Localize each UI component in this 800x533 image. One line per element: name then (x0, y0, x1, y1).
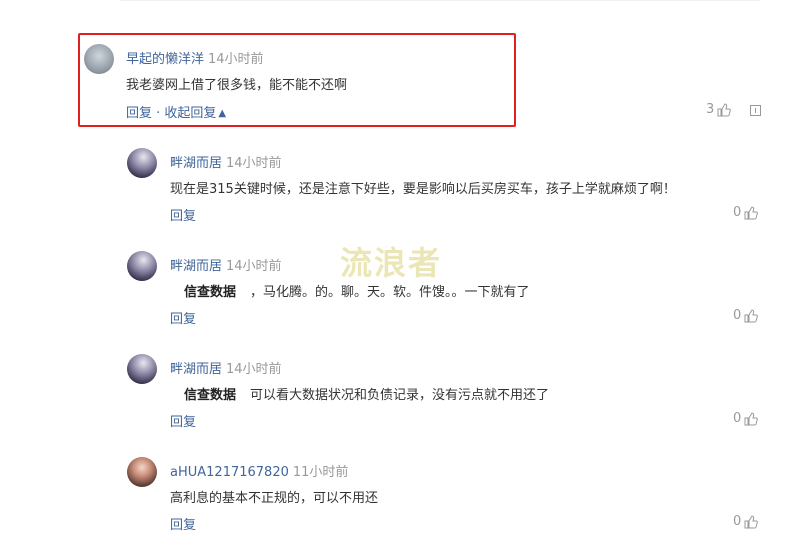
comment-author[interactable]: 畔湖而居 14小时前 (170, 152, 282, 171)
comment-time: 14小时前 (226, 156, 282, 171)
avatar[interactable] (84, 44, 114, 74)
thumbs-up-icon[interactable] (744, 411, 759, 426)
thumbs-up-icon[interactable] (744, 514, 759, 529)
like-count: 0 (733, 205, 742, 220)
comment-author[interactable]: 畔湖而居 14小时前 (170, 358, 282, 377)
thumbs-up-icon[interactable] (744, 308, 759, 323)
comment-time: 11小时前 (292, 465, 349, 480)
like-button[interactable]: 0 (733, 514, 759, 529)
reply-collapse-button[interactable]: 回复 · 收起回复 ▲ (126, 102, 226, 121)
like-button[interactable]: 0 (733, 205, 759, 220)
reply-button[interactable]: 回复 (170, 514, 196, 533)
author-name[interactable]: 畔湖而居 (170, 156, 222, 171)
like-count: 0 (733, 308, 742, 323)
author-name[interactable]: 畔湖而居 (170, 259, 222, 274)
comment-body: 可以看大数据状况和负债记录，没有污点就不用还了 (250, 388, 550, 403)
thumbs-up-icon[interactable] (717, 102, 732, 117)
avatar[interactable] (127, 148, 157, 178)
watermark: 流浪者 (340, 244, 443, 282)
comment-text: 信查数据 可以看大数据状况和负债记录，没有污点就不用还了 (184, 384, 549, 403)
comment-text: 现在是315关键时候，还是注意下好些，要是影响以后买房买车，孩子上学就麻烦了啊！ (170, 182, 676, 197)
comment-time: 14小时前 (208, 52, 264, 67)
author-name[interactable]: 畔湖而居 (170, 362, 222, 377)
comment-author[interactable]: 早起的懒洋洋 14小时前 (126, 48, 264, 67)
like-count: 0 (733, 514, 742, 529)
like-button[interactable]: 0 (733, 411, 759, 426)
avatar[interactable] (127, 354, 157, 384)
comment-author[interactable]: 畔湖而居 14小时前 (170, 255, 282, 274)
comment-body: ，马化腾。的。聊。天。软。件馊。。一下就有了 (250, 285, 530, 300)
author-name[interactable]: 早起的懒洋洋 (126, 52, 204, 67)
thumbs-up-icon[interactable] (744, 205, 759, 220)
report-icon[interactable] (750, 105, 761, 116)
like-button[interactable]: 0 (733, 308, 759, 323)
divider (120, 0, 760, 1)
reply-label[interactable]: 回复 · 收起回复 (126, 106, 216, 121)
comment-time: 14小时前 (226, 259, 282, 274)
reply-button[interactable]: 回复 (170, 308, 196, 327)
comment-text: 我老婆网上借了很多钱，能不能不还啊 (126, 78, 348, 93)
like-button[interactable]: 3 (706, 102, 732, 117)
chevron-up-icon[interactable]: ▲ (218, 108, 226, 119)
reply-button[interactable]: 回复 (170, 205, 196, 224)
comment-author[interactable]: aHUA1217167820 11小时前 (170, 461, 348, 480)
avatar[interactable] (127, 457, 157, 487)
comment-time: 14小时前 (226, 362, 282, 377)
author-name[interactable]: aHUA1217167820 (170, 465, 289, 480)
like-count: 3 (706, 102, 715, 117)
comment-bold-text: 信查数据 (184, 285, 237, 300)
avatar[interactable] (127, 251, 157, 281)
reply-button[interactable]: 回复 (170, 411, 196, 430)
comment-text: 高利息的基本不正规的，可以不用还 (170, 491, 379, 506)
like-count: 0 (733, 411, 742, 426)
comment-bold-text: 信查数据 (184, 388, 237, 403)
